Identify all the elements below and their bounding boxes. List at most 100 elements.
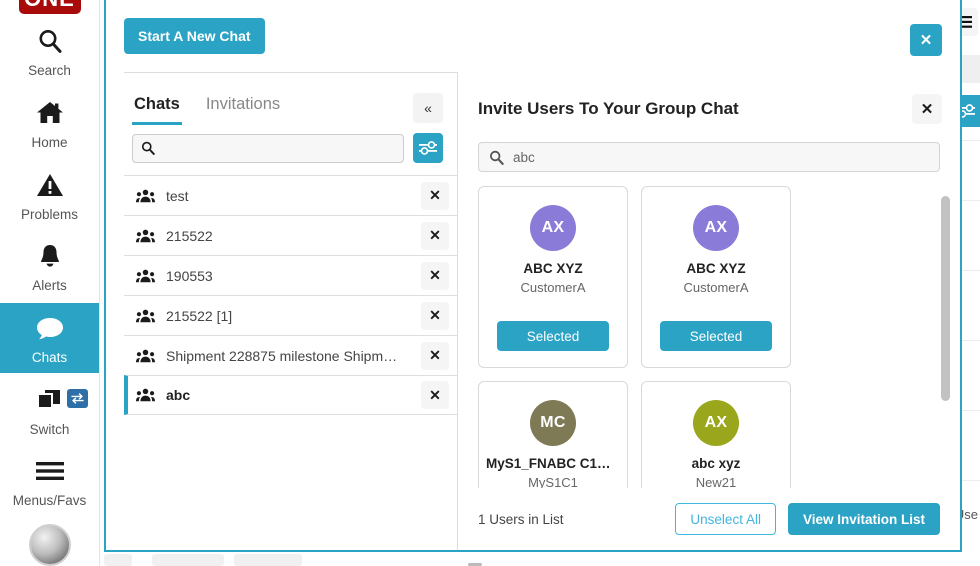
avatar-initials: AX [705, 414, 728, 432]
avatar[interactable] [29, 524, 71, 566]
modal-header: Start A New Chat ✕ [106, 0, 960, 72]
chat-list-item[interactable]: 215522 [1]✕ [124, 295, 457, 335]
sidebar-item-label: Chats [32, 350, 67, 365]
user-cards-scroll-area: AXABC XYZCustomerASelectedAXABC XYZCusto… [478, 186, 950, 488]
hamburger-icon [36, 454, 64, 488]
chat-item-close-button[interactable]: ✕ [421, 302, 449, 330]
invite-search-box[interactable] [478, 142, 940, 172]
sidebar-item-label: Home [31, 135, 67, 150]
user-card[interactable]: AXabc xyzNew21Select [641, 381, 791, 488]
sidebar-item-alerts[interactable]: Alerts [0, 231, 100, 301]
chat-list: test✕215522✕190553✕215522 [1]✕Shipment 2… [124, 175, 457, 550]
scrollbar-thumb[interactable] [941, 196, 950, 401]
search-icon [37, 24, 63, 58]
users-in-list-count: 1 Users in List [478, 512, 564, 527]
user-org: CustomerA [520, 280, 585, 295]
user-org: MyS1C1 [528, 475, 578, 488]
chat-list-item[interactable]: test✕ [124, 175, 457, 215]
chat-tabs: Chats Invitations « [124, 73, 457, 129]
home-icon [36, 96, 64, 130]
left-nav-rail: ONE Search Home [0, 0, 100, 566]
select-user-button[interactable]: Selected [497, 321, 609, 351]
chat-item-label: 215522 [166, 228, 421, 244]
sliders-icon [419, 141, 437, 155]
unselect-all-button[interactable]: Unselect All [675, 503, 776, 535]
chat-item-close-button[interactable]: ✕ [421, 381, 449, 409]
chat-list-panel: Chats Invitations « [124, 72, 458, 550]
tab-invitations[interactable]: Invitations [204, 91, 282, 125]
invite-header: Invite Users To Your Group Chat ✕ [458, 72, 960, 124]
user-name: ABC XYZ [523, 261, 582, 276]
chat-item-label: Shipment 228875 milestone Shipm… [166, 348, 421, 364]
collapse-panel-button[interactable]: « [413, 93, 443, 123]
group-icon [136, 309, 160, 323]
sidebar-item-search[interactable]: Search [0, 16, 100, 86]
group-icon [136, 229, 160, 243]
chat-search-box[interactable] [132, 134, 404, 163]
bell-icon [37, 239, 63, 273]
modal-close-button[interactable]: ✕ [910, 24, 942, 56]
brand-logo: ONE [19, 0, 81, 14]
brand-logo-text: ONE [24, 0, 75, 12]
avatar: AX [530, 205, 576, 251]
user-card[interactable]: AX ABC XYZ CustomerA Selected [478, 186, 628, 368]
user-name: abc xyz [692, 456, 741, 471]
user-org: CustomerA [683, 280, 748, 295]
warning-icon [36, 168, 64, 202]
avatar-initials: AX [542, 219, 565, 237]
chat-item-close-button[interactable]: ✕ [421, 342, 449, 370]
group-icon [136, 189, 160, 203]
avatar: MC [530, 400, 576, 446]
avatar-initials: AX [705, 219, 728, 237]
tab-chats[interactable]: Chats [132, 91, 182, 125]
chat-list-item[interactable]: 190553✕ [124, 255, 457, 295]
sidebar-item-switch[interactable]: Switch [0, 375, 100, 445]
invite-users-panel: Invite Users To Your Group Chat ✕ AX ABC … [458, 72, 960, 550]
avatar-initials: MC [540, 414, 565, 432]
sidebar-item-home[interactable]: Home [0, 88, 100, 158]
chat-filter-button[interactable] [413, 133, 443, 163]
chat-item-label: 190553 [166, 268, 421, 284]
search-icon [141, 141, 155, 155]
sidebar-item-label: Search [28, 63, 71, 78]
group-icon [136, 349, 160, 363]
modal-body: Chats Invitations « [106, 72, 960, 550]
search-icon [489, 150, 504, 165]
user-card[interactable]: MCMyS1_FNABC C1U1…MyS1C1Select [478, 381, 628, 488]
sidebar-item-label: Problems [21, 207, 78, 222]
select-user-button[interactable]: Selected [660, 321, 772, 351]
chat-item-label: test [166, 188, 421, 204]
sidebar-item-chats[interactable]: Chats [0, 303, 100, 373]
background-bottom-buttons [100, 552, 540, 566]
vertical-scrollbar[interactable] [941, 196, 950, 488]
chat-list-item[interactable]: 215522✕ [124, 215, 457, 255]
chat-modal: Start A New Chat ✕ Chats Invitations « [104, 0, 962, 552]
sidebar-item-label: Menus/Favs [13, 493, 87, 508]
avatar: AX [693, 400, 739, 446]
chat-item-close-button[interactable]: ✕ [421, 182, 449, 210]
chat-list-item[interactable]: abc✕ [124, 375, 457, 415]
group-icon [136, 388, 160, 402]
sidebar-item-menus-favs[interactable]: Menus/Favs [0, 446, 100, 516]
invite-close-button[interactable]: ✕ [912, 94, 942, 124]
user-org: New21 [696, 475, 736, 488]
view-invitation-list-button[interactable]: View Invitation List [788, 503, 940, 535]
switch-exchange-badge[interactable] [67, 389, 88, 408]
chat-item-label: 215522 [1] [166, 308, 421, 324]
start-new-chat-button[interactable]: Start A New Chat [124, 18, 265, 54]
chat-search-input[interactable] [161, 141, 395, 156]
chat-search-row [124, 129, 457, 175]
invite-search-input[interactable] [513, 150, 929, 165]
user-cards-grid: AXABC XYZCustomerASelectedAXABC XYZCusto… [478, 186, 938, 488]
chat-item-label: abc [166, 387, 421, 403]
user-card[interactable]: AXABC XYZCustomerASelected [641, 186, 791, 368]
windows-icon [35, 383, 65, 417]
page-title: Invite Users To Your Group Chat [478, 99, 739, 119]
chat-item-close-button[interactable]: ✕ [421, 222, 449, 250]
chat-list-item[interactable]: Shipment 228875 milestone Shipm…✕ [124, 335, 457, 375]
chat-item-close-button[interactable]: ✕ [421, 262, 449, 290]
sidebar-item-problems[interactable]: Problems [0, 160, 100, 230]
sidebar-item-label: Switch [30, 422, 70, 437]
chat-bubble-icon [35, 311, 65, 345]
sidebar-item-label: Alerts [32, 278, 67, 293]
